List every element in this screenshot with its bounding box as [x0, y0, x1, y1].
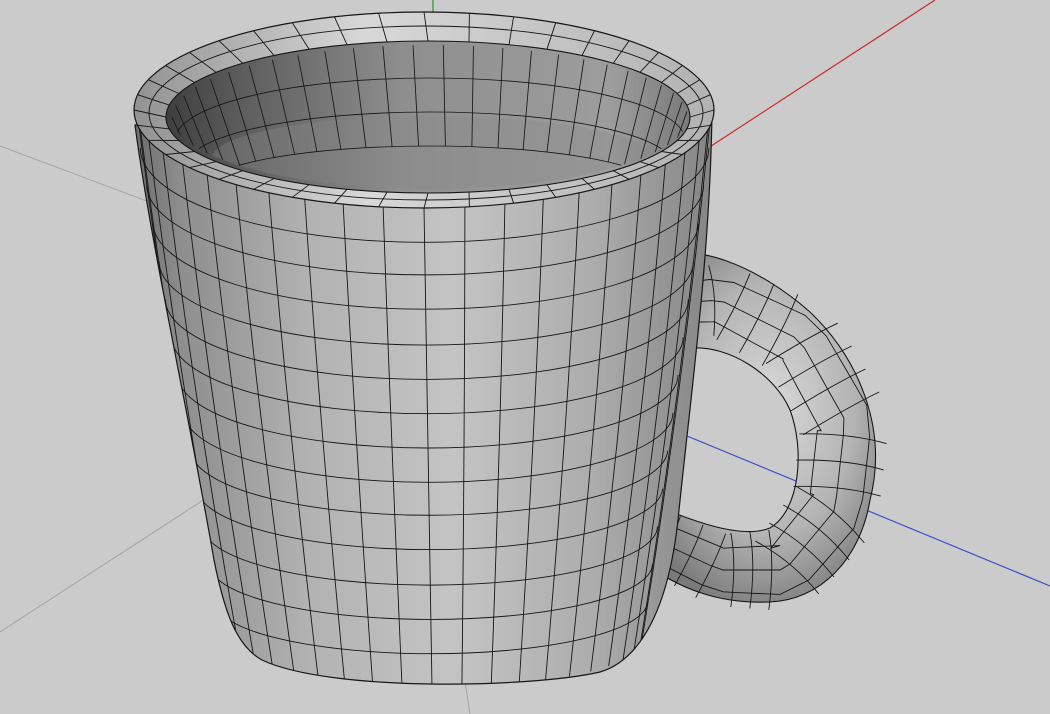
x-axis-line	[704, 0, 936, 151]
3d-viewport[interactable]	[0, 0, 1050, 714]
scene	[0, 0, 1050, 714]
mug-model[interactable]	[133, 11, 887, 688]
grid-line	[0, 145, 161, 207]
